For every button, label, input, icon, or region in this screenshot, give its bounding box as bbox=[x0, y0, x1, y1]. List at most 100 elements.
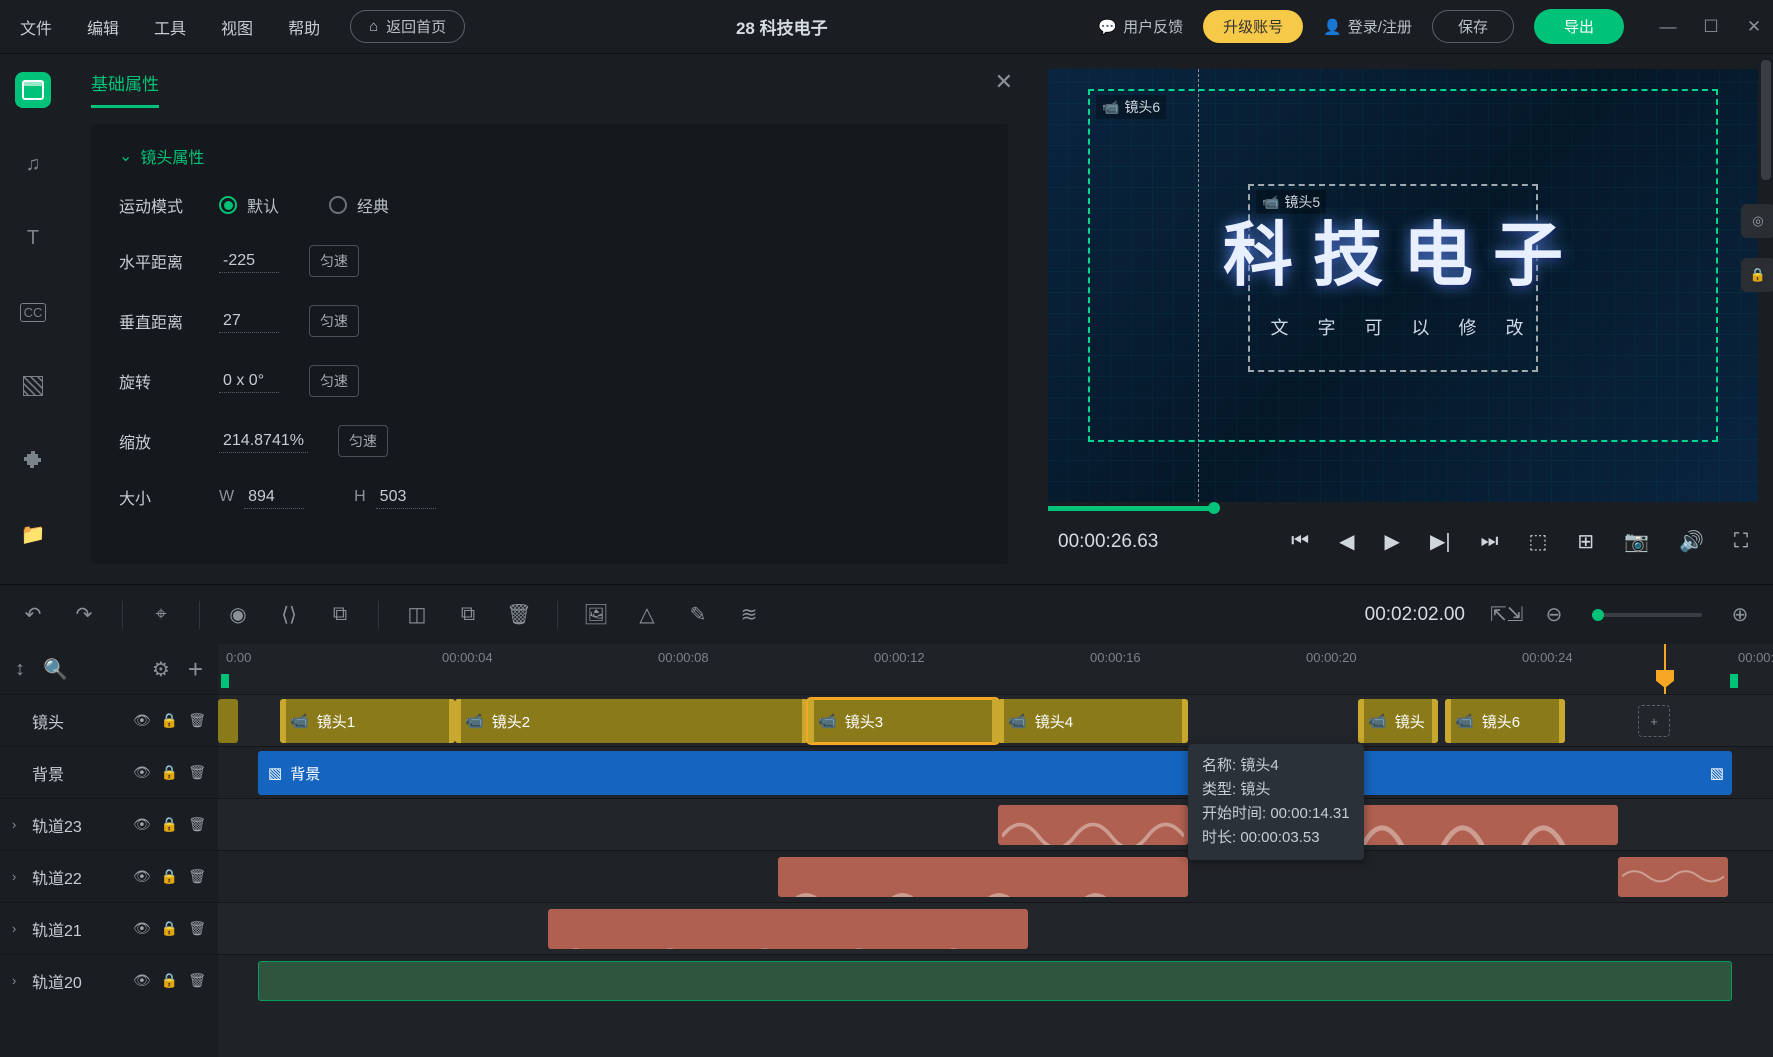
goto-start-button[interactable]: ⏮ bbox=[1291, 530, 1309, 553]
scale-input[interactable]: 214.8741% bbox=[219, 430, 308, 453]
track-header-23[interactable]: › 轨道23 👁🔒🗑 bbox=[0, 798, 218, 850]
track-header-21[interactable]: › 轨道21 👁🔒🗑 bbox=[0, 902, 218, 954]
lane-22[interactable] bbox=[218, 850, 1773, 902]
lock-icon[interactable]: 🔒 bbox=[161, 972, 178, 989]
lane-23[interactable] bbox=[218, 798, 1773, 850]
add-track-icon[interactable]: + bbox=[188, 654, 203, 685]
lock-icon[interactable]: 🔒 bbox=[161, 920, 178, 937]
fit-timeline-button[interactable]: ⇱⇲ bbox=[1490, 602, 1516, 627]
track-header-shots[interactable]: 镜头 👁🔒🗑 bbox=[0, 694, 218, 746]
lock-icon[interactable]: 🔒 bbox=[161, 712, 178, 729]
audio-clip[interactable] bbox=[998, 805, 1188, 845]
chevron-right-icon[interactable]: › bbox=[12, 869, 28, 884]
track-header-bg[interactable]: 背景 👁🔒🗑 bbox=[0, 746, 218, 798]
range-start-handle[interactable] bbox=[221, 674, 229, 688]
vdist-speed-button[interactable]: 匀速 bbox=[309, 305, 359, 337]
safe-area-button[interactable]: ⬚ bbox=[1529, 529, 1548, 554]
lane-bg[interactable]: ▧ 背景 ▧ bbox=[218, 746, 1773, 798]
crop-button[interactable]: ◫ bbox=[404, 602, 430, 627]
trash-icon[interactable]: 🗑 bbox=[188, 764, 206, 781]
add-clip-button[interactable]: + bbox=[1638, 705, 1670, 737]
range-end-handle[interactable] bbox=[1730, 674, 1738, 688]
track-lanes[interactable]: 0:0000:00:0400:00:0800:00:1200:00:1600:0… bbox=[218, 644, 1773, 1057]
chevron-right-icon[interactable]: › bbox=[12, 921, 28, 936]
sidebar-video-icon[interactable] bbox=[15, 72, 51, 108]
preview-fit-button[interactable]: ◎ bbox=[1741, 204, 1773, 238]
trash-icon[interactable]: 🗑 bbox=[188, 712, 206, 729]
home-button[interactable]: ⌂ 返回首页 bbox=[350, 10, 465, 43]
delete-button[interactable]: 🗑 bbox=[506, 602, 532, 627]
visibility-icon[interactable]: 👁 bbox=[133, 868, 151, 885]
clip-shot[interactable]: 📹镜头3 bbox=[808, 699, 998, 743]
menu-view[interactable]: 视图 bbox=[221, 15, 253, 39]
prev-frame-button[interactable]: ◀ bbox=[1339, 529, 1354, 554]
sidebar-folder-icon[interactable]: 📁 bbox=[15, 516, 51, 552]
visibility-icon[interactable]: 👁 bbox=[133, 972, 151, 989]
lock-icon[interactable]: 🔒 bbox=[161, 868, 178, 885]
preview-scrubber[interactable] bbox=[1048, 504, 1758, 514]
tab-basic-props[interactable]: 基础属性 bbox=[91, 70, 159, 108]
zoom-slider[interactable] bbox=[1592, 613, 1702, 617]
rotate-input[interactable]: 0 x 0° bbox=[219, 370, 279, 393]
goto-end-button[interactable]: ⏭ bbox=[1481, 530, 1499, 553]
hdist-speed-button[interactable]: 匀速 bbox=[309, 245, 359, 277]
vdist-input[interactable]: 27 bbox=[219, 310, 279, 333]
zoom-in-button[interactable]: ⊕ bbox=[1727, 602, 1753, 627]
clip-shot[interactable]: 📹镜头 bbox=[1358, 699, 1438, 743]
image-button[interactable]: 🖼 bbox=[583, 602, 609, 627]
lock-icon[interactable]: 🔒 bbox=[161, 764, 178, 781]
audio-clip[interactable] bbox=[548, 909, 1028, 949]
height-input[interactable]: 503 bbox=[376, 486, 436, 509]
clip-shot[interactable]: 📹镜头1 bbox=[280, 699, 455, 743]
radio-default[interactable]: 默认 bbox=[219, 193, 279, 217]
preview-lock-button[interactable]: 🔒 bbox=[1741, 258, 1773, 292]
clip-shot[interactable]: 📹镜头6 bbox=[1445, 699, 1565, 743]
width-input[interactable]: 894 bbox=[244, 486, 304, 509]
fullscreen-button[interactable]: ⛶ bbox=[1734, 530, 1748, 553]
maximize-button[interactable]: ☐ bbox=[1702, 17, 1720, 37]
preview-canvas[interactable]: 📹镜头6 📹镜头5 科技电子 文 字 可 以 修 改 bbox=[1048, 69, 1758, 502]
chevron-right-icon[interactable]: › bbox=[12, 973, 28, 988]
lock-icon[interactable]: 🔒 bbox=[161, 816, 178, 833]
next-frame-button[interactable]: ▶| bbox=[1430, 529, 1451, 554]
save-button[interactable]: 保存 bbox=[1432, 10, 1514, 43]
section-lens-props[interactable]: ⌄ 镜头属性 bbox=[119, 144, 980, 168]
link-button[interactable]: ⧉ bbox=[327, 603, 353, 626]
playhead[interactable] bbox=[1664, 644, 1666, 694]
clip-shot[interactable]: 📹镜头4 bbox=[998, 699, 1188, 743]
menu-edit[interactable]: 编辑 bbox=[87, 15, 119, 39]
audio-clip[interactable] bbox=[1358, 805, 1618, 845]
hdist-input[interactable]: -225 bbox=[219, 250, 279, 273]
lane-shots[interactable]: 📹镜头1📹镜头2📹镜头3📹镜头4 📹镜头📹镜头6 + bbox=[218, 694, 1773, 746]
menu-tools[interactable]: 工具 bbox=[154, 15, 186, 39]
trash-icon[interactable]: 🗑 bbox=[188, 868, 206, 885]
scale-speed-button[interactable]: 匀速 bbox=[338, 425, 388, 457]
trash-icon[interactable]: 🗑 bbox=[188, 920, 206, 937]
menu-help[interactable]: 帮助 bbox=[288, 15, 320, 39]
track-header-20[interactable]: › 轨道20 👁🔒🗑 bbox=[0, 954, 218, 1006]
visibility-icon[interactable]: 👁 bbox=[133, 816, 151, 833]
layers-button[interactable]: ≋ bbox=[736, 602, 762, 627]
visibility-icon[interactable]: 👁 bbox=[133, 920, 151, 937]
snapshot-button[interactable]: 📷 bbox=[1624, 529, 1649, 554]
sidebar-music-icon[interactable]: ♫ bbox=[15, 146, 51, 182]
radio-classic[interactable]: 经典 bbox=[329, 193, 389, 217]
trash-icon[interactable]: 🗑 bbox=[188, 816, 206, 833]
close-icon[interactable]: ✕ bbox=[995, 69, 1013, 95]
sidebar-pattern-icon[interactable] bbox=[15, 368, 51, 404]
undo-button[interactable]: ↶ bbox=[20, 602, 46, 627]
redo-button[interactable]: ↷ bbox=[71, 602, 97, 627]
edit-button[interactable]: ✎ bbox=[685, 602, 711, 627]
target-button[interactable]: ◉ bbox=[225, 602, 251, 627]
menu-file[interactable]: 文件 bbox=[20, 15, 52, 39]
sidebar-text-icon[interactable]: T bbox=[15, 220, 51, 256]
sidebar-subtitle-icon[interactable]: CC bbox=[15, 294, 51, 330]
search-tool-icon[interactable]: 🔍 bbox=[43, 657, 68, 682]
grid-button[interactable]: ⊞ bbox=[1577, 529, 1594, 554]
clip-shot[interactable]: 📹镜头2 bbox=[455, 699, 808, 743]
audio-clip-master[interactable] bbox=[258, 961, 1732, 1001]
visibility-icon[interactable]: 👁 bbox=[133, 764, 151, 781]
sidebar-plugin-icon[interactable] bbox=[15, 442, 51, 478]
cursor-tool-icon[interactable]: ↕ bbox=[15, 658, 25, 681]
magnet-button[interactable]: ⌖ bbox=[148, 603, 174, 626]
